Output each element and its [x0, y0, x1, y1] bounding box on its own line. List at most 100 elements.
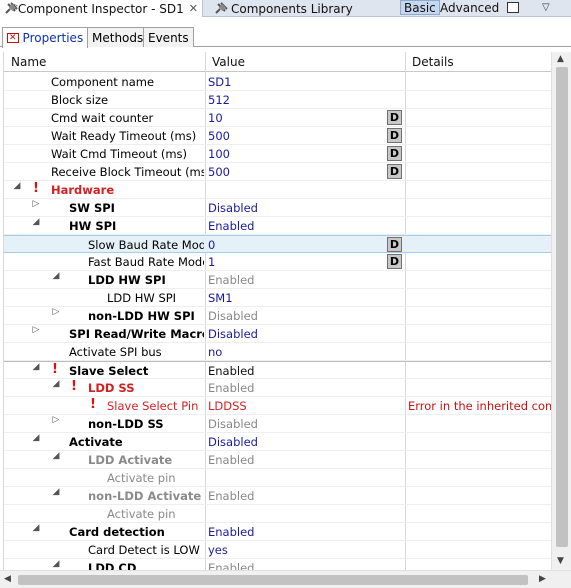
- vertical-scrollbar[interactable]: ▲ ▼: [551, 52, 571, 570]
- property-value[interactable]: LDDSS: [208, 397, 408, 415]
- property-value[interactable]: Disabled: [208, 307, 408, 325]
- tab-methods[interactable]: Methods: [87, 27, 149, 47]
- property-name: Block size: [51, 93, 109, 107]
- tab-label: *Component Inspector - SD1: [11, 1, 184, 16]
- chevron-down-icon[interactable]: ▽: [542, 2, 550, 13]
- property-value[interactable]: Disabled: [208, 415, 408, 433]
- property-group-row[interactable]: ▷ non-LDD SS Disabled: [4, 415, 551, 433]
- property-value[interactable]: [208, 469, 408, 487]
- property-value[interactable]: 512: [208, 91, 408, 109]
- d-button[interactable]: D: [387, 128, 402, 143]
- property-row[interactable]: Card Detect is LOW active yes: [4, 541, 551, 559]
- property-value[interactable]: Enabled: [208, 362, 408, 380]
- name-cell: Hardware: [4, 181, 204, 199]
- property-value[interactable]: Enabled: [208, 559, 408, 570]
- scroll-down-icon[interactable]: ▼: [557, 556, 564, 566]
- property-row[interactable]: Activate pin: [4, 505, 551, 523]
- property-group-row[interactable]: ◢ HW SPI Enabled: [4, 217, 551, 235]
- property-row[interactable]: Wait Cmd Timeout (ms) 100 D: [4, 145, 551, 163]
- scroll-left-icon[interactable]: ◀: [4, 574, 11, 584]
- property-value[interactable]: SD1: [208, 73, 408, 91]
- view-subtab-bar: ✕ Properties Methods Events: [0, 27, 571, 48]
- property-value[interactable]: Enabled: [208, 451, 408, 469]
- property-value[interactable]: Disabled: [208, 199, 408, 217]
- property-name: Receive Block Timeout (ms): [51, 165, 204, 179]
- property-value[interactable]: Enabled: [208, 523, 408, 541]
- property-name: non-LDD HW SPI: [88, 309, 195, 323]
- property-row[interactable]: Component name SD1: [4, 73, 551, 91]
- property-name: LDD Activate: [88, 453, 173, 467]
- property-row[interactable]: Cmd wait counter 10 D: [4, 109, 551, 127]
- property-group-row[interactable]: ◢ Card detection Enabled: [4, 523, 551, 541]
- property-row[interactable]: LDD HW SPI SM1: [4, 289, 551, 307]
- property-group-row[interactable]: ▷ non-LDD HW SPI Disabled: [4, 307, 551, 325]
- d-button[interactable]: D: [387, 164, 402, 179]
- property-row[interactable]: Slow Baud Rate Mode 0 D: [4, 235, 551, 253]
- name-cell: Component name: [4, 73, 204, 91]
- property-row[interactable]: Wait Ready Timeout (ms) 500 D: [4, 127, 551, 145]
- scroll-right-icon[interactable]: ▶: [539, 574, 546, 584]
- property-value[interactable]: no: [208, 343, 408, 361]
- property-name: non-LDD Activate: [88, 489, 202, 503]
- vertical-scroll-thumb[interactable]: [556, 67, 568, 547]
- property-group-row[interactable]: ◢ ! LDD SS Enabled: [4, 379, 551, 397]
- property-value[interactable]: 0: [208, 236, 408, 254]
- property-value[interactable]: Enabled: [208, 487, 408, 505]
- name-cell: Activate: [4, 433, 204, 451]
- window-icon[interactable]: [507, 2, 519, 13]
- name-cell: SW SPI: [4, 199, 204, 217]
- d-button[interactable]: D: [387, 146, 402, 161]
- property-row[interactable]: Activate SPI bus no: [4, 343, 551, 361]
- property-group-row[interactable]: ◢ Activate Disabled: [4, 433, 551, 451]
- property-row[interactable]: Block size 512: [4, 91, 551, 109]
- property-value[interactable]: yes: [208, 541, 408, 559]
- property-value[interactable]: 1: [208, 253, 408, 271]
- name-cell: Wait Ready Timeout (ms): [4, 127, 204, 145]
- property-value[interactable]: 100: [208, 145, 408, 163]
- basic-mode-button[interactable]: Basic: [400, 0, 440, 15]
- property-group-row[interactable]: ◢ ! Hardware: [4, 181, 551, 199]
- advanced-mode-button[interactable]: Advanced: [437, 0, 502, 15]
- name-cell: Slow Baud Rate Mode: [4, 236, 204, 254]
- property-group-row[interactable]: ▷ SPI Read/Write Macros Disabled: [4, 325, 551, 343]
- d-button[interactable]: D: [387, 237, 402, 252]
- property-value[interactable]: [208, 505, 408, 523]
- tab-components-library[interactable]: Components Library: [210, 0, 353, 17]
- d-button[interactable]: D: [387, 110, 402, 125]
- property-value[interactable]: SM1: [208, 289, 408, 307]
- property-group-row[interactable]: ◢ LDD CD Enabled: [4, 559, 551, 570]
- tab-events[interactable]: Events: [143, 27, 194, 47]
- property-name: SPI Read/Write Macros: [69, 327, 204, 341]
- property-row[interactable]: Activate pin: [4, 469, 551, 487]
- property-value[interactable]: 10: [208, 109, 408, 127]
- property-row[interactable]: Fast Baud Rate Mode 1 D: [4, 253, 551, 271]
- horizontal-scroll-thumb[interactable]: [18, 575, 528, 585]
- error-icon: ✕: [7, 33, 19, 43]
- property-group-row[interactable]: ◢ ! Slave Select Enabled: [4, 361, 551, 379]
- property-value[interactable]: 500: [208, 163, 408, 181]
- property-value[interactable]: Disabled: [208, 433, 408, 451]
- property-row[interactable]: ! Slave Select Pin LDDSS Error in the in…: [4, 397, 551, 415]
- property-group-row[interactable]: ◢ non-LDD Activate Enabled: [4, 487, 551, 505]
- property-group-row[interactable]: ◢ LDD Activate Enabled: [4, 451, 551, 469]
- property-value[interactable]: 500: [208, 127, 408, 145]
- column-header-value[interactable]: Value: [212, 55, 245, 69]
- name-cell: Fast Baud Rate Mode: [4, 253, 204, 271]
- tab-component-inspector[interactable]: *Component Inspector - SD1 ✕: [0, 0, 203, 17]
- property-value[interactable]: Enabled: [208, 379, 408, 397]
- property-row[interactable]: Receive Block Timeout (ms) 500 D: [4, 163, 551, 181]
- property-value[interactable]: Enabled: [208, 271, 408, 289]
- scroll-up-icon[interactable]: ▲: [557, 54, 564, 64]
- property-group-row[interactable]: ▷ SW SPI Disabled: [4, 199, 551, 217]
- property-value[interactable]: Disabled: [208, 325, 408, 343]
- column-header-name[interactable]: Name: [11, 55, 46, 69]
- tab-label: Events: [148, 30, 189, 45]
- d-button[interactable]: D: [387, 254, 402, 269]
- horizontal-scrollbar[interactable]: ◀ ▶: [0, 570, 571, 588]
- property-name: Hardware: [51, 183, 115, 197]
- close-icon[interactable]: ✕: [189, 2, 198, 15]
- tab-properties[interactable]: ✕ Properties: [2, 27, 89, 48]
- property-value[interactable]: Enabled: [208, 217, 408, 235]
- column-header-details[interactable]: Details: [412, 55, 454, 69]
- property-group-row[interactable]: ◢ LDD HW SPI Enabled: [4, 271, 551, 289]
